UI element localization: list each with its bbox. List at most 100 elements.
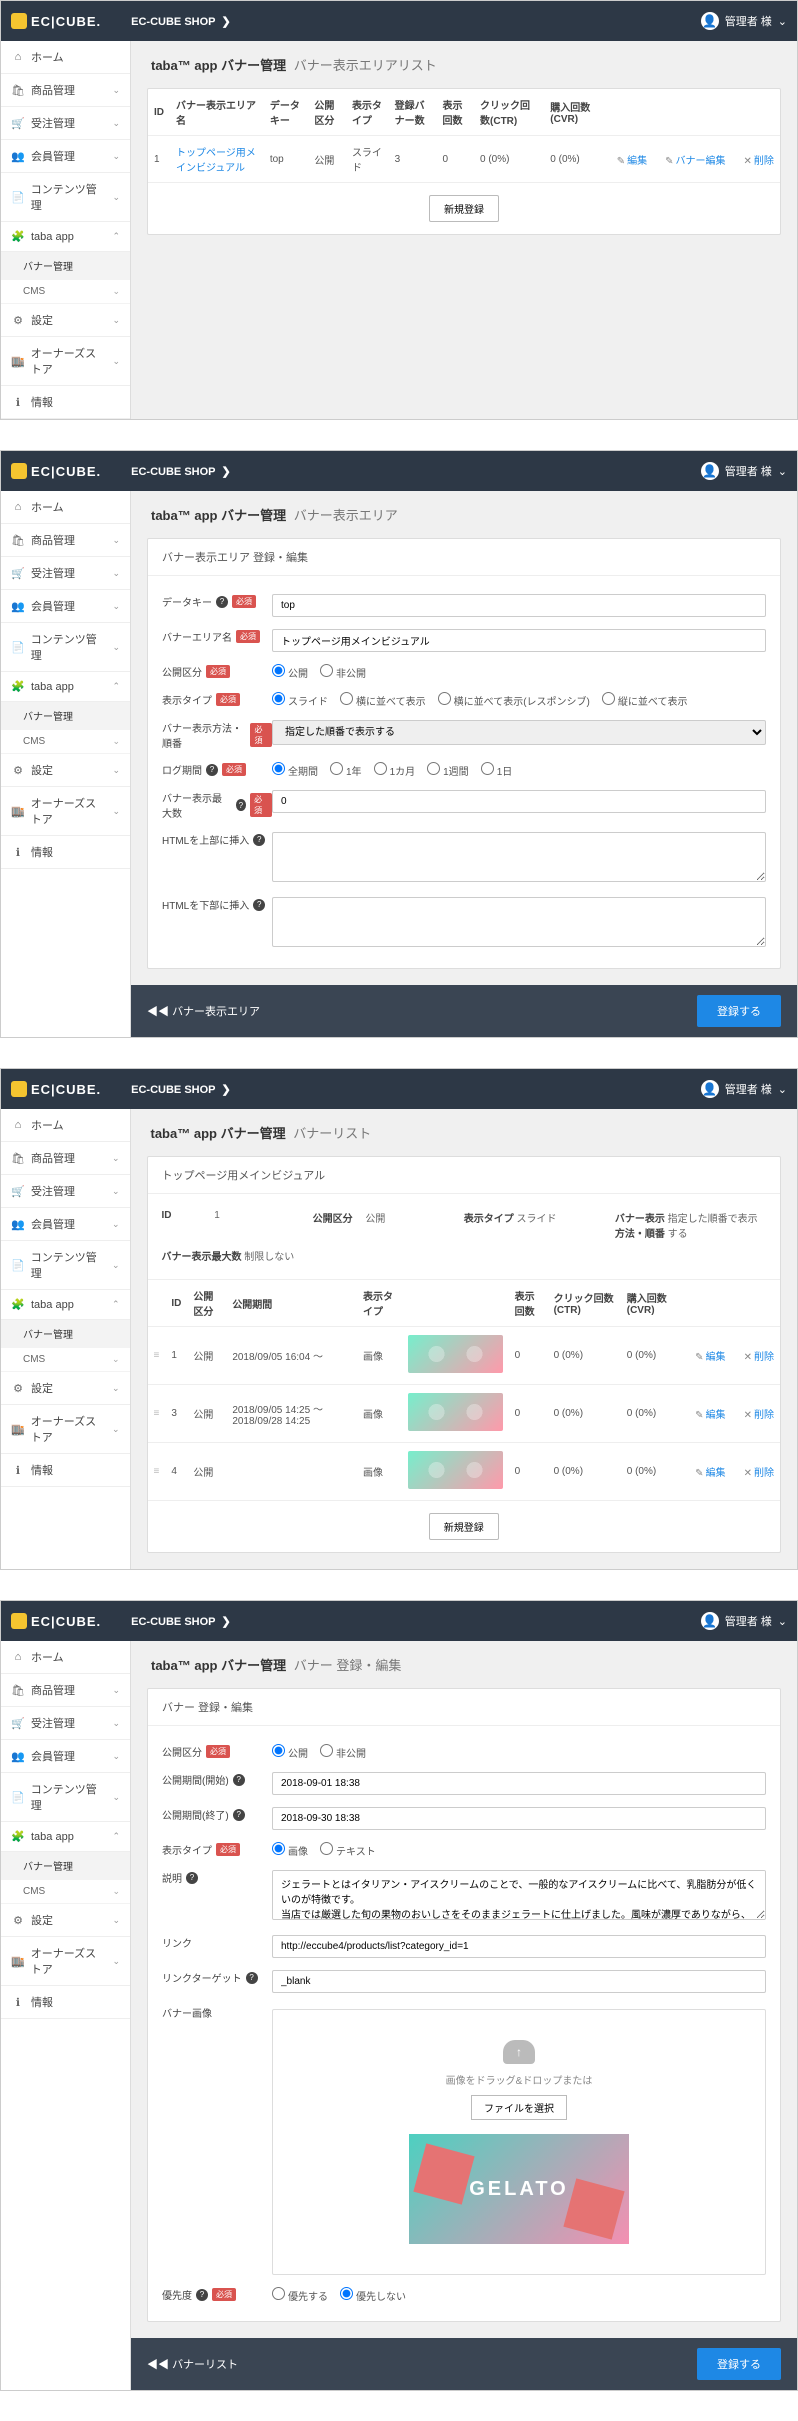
link-input[interactable] bbox=[272, 1935, 766, 1958]
radio-option[interactable]: スライド bbox=[272, 697, 328, 708]
user-menu[interactable]: 👤管理者 様⌄ bbox=[701, 12, 787, 30]
back-link[interactable]: ◀◀ バナー表示エリア bbox=[147, 1003, 260, 1019]
banner-edit-link[interactable]: バナー編集 bbox=[676, 156, 726, 167]
sidebar-item[interactable]: 🛒受注管理⌄ bbox=[1, 1175, 130, 1208]
sidebar-item[interactable]: ℹ情報 bbox=[1, 386, 130, 419]
delete-link[interactable]: 削除 bbox=[754, 1468, 774, 1479]
target-input[interactable] bbox=[272, 1970, 766, 1993]
edit-link[interactable]: 編集 bbox=[627, 156, 647, 167]
sidebar-item[interactable]: 🏬オーナーズストア⌄ bbox=[1, 1405, 130, 1454]
radio-option[interactable]: 非公開 bbox=[320, 669, 366, 680]
sidebar-item[interactable]: 👥会員管理⌄ bbox=[1, 590, 130, 623]
sidebar-item[interactable]: ℹ情報 bbox=[1, 1986, 130, 2019]
period-start-input[interactable] bbox=[272, 1772, 766, 1795]
delete-link[interactable]: 削除 bbox=[754, 1352, 774, 1363]
sidebar-item[interactable]: 📄コンテンツ管理⌄ bbox=[1, 1241, 130, 1290]
sidebar-item[interactable]: ℹ情報 bbox=[1, 1454, 130, 1487]
radio-option[interactable]: 縦に並べて表示 bbox=[602, 697, 688, 708]
sidebar-item[interactable]: 📄コンテンツ管理⌄ bbox=[1, 623, 130, 672]
radio-option[interactable]: 1日 bbox=[481, 767, 513, 778]
radio-option[interactable]: 全期間 bbox=[272, 767, 318, 778]
sidebar-item[interactable]: 🛍商品管理⌄ bbox=[1, 74, 130, 107]
max-input[interactable] bbox=[272, 790, 766, 813]
new-button[interactable]: 新規登録 bbox=[429, 1513, 499, 1540]
help-icon[interactable]: ? bbox=[216, 596, 228, 608]
radio-option[interactable]: 非公開 bbox=[320, 1749, 366, 1760]
file-select-button[interactable]: ファイルを選択 bbox=[471, 2095, 567, 2120]
edit-link[interactable]: 編集 bbox=[706, 1410, 726, 1421]
sidebar-item[interactable]: ℹ情報 bbox=[1, 836, 130, 869]
edit-link[interactable]: 編集 bbox=[706, 1352, 726, 1363]
radio-option[interactable]: 優先する bbox=[272, 2292, 328, 2303]
sidebar-item[interactable]: 🛒受注管理⌄ bbox=[1, 1707, 130, 1740]
html-top-input[interactable] bbox=[272, 832, 766, 882]
sidebar-item[interactable]: 📄コンテンツ管理⌄ bbox=[1, 173, 130, 222]
area-name-link[interactable]: トップページ用メインビジュアル bbox=[176, 148, 256, 174]
radio-option[interactable]: 1カ月 bbox=[374, 767, 416, 778]
back-link[interactable]: ◀◀ バナーリスト bbox=[147, 2356, 238, 2372]
radio-option[interactable]: 1週間 bbox=[427, 767, 469, 778]
radio-option[interactable]: 公開 bbox=[272, 669, 308, 680]
sidebar-item[interactable]: 👥会員管理⌄ bbox=[1, 1740, 130, 1773]
drag-handle-icon[interactable]: ≡ bbox=[154, 1350, 160, 1361]
sidebar-sub-item[interactable]: CMS⌄ bbox=[1, 730, 130, 754]
sidebar-item[interactable]: ⌂ホーム bbox=[1, 1109, 130, 1142]
sidebar-item[interactable]: ⌂ホーム bbox=[1, 491, 130, 524]
sidebar-sub-item[interactable]: バナー管理 bbox=[1, 1320, 130, 1348]
sidebar-sub-item[interactable]: バナー管理 bbox=[1, 1852, 130, 1880]
sidebar-item[interactable]: ⚙設定⌄ bbox=[1, 1904, 130, 1937]
sidebar-item[interactable]: 🛒受注管理⌄ bbox=[1, 557, 130, 590]
sidebar-item[interactable]: 🏬オーナーズストア⌄ bbox=[1, 1937, 130, 1986]
sidebar-item[interactable]: 🏬オーナーズストア⌄ bbox=[1, 337, 130, 386]
edit-link[interactable]: 編集 bbox=[706, 1468, 726, 1479]
sidebar-item[interactable]: 🛒受注管理⌄ bbox=[1, 107, 130, 140]
sidebar-item[interactable]: 🧩taba app⌃ bbox=[1, 222, 130, 252]
nav-icon: ⚙ bbox=[11, 1382, 25, 1395]
banner-thumbnail bbox=[408, 1451, 503, 1489]
sidebar-item[interactable]: 📄コンテンツ管理⌄ bbox=[1, 1773, 130, 1822]
sidebar-sub-item[interactable]: バナー管理 bbox=[1, 702, 130, 730]
period-end-input[interactable] bbox=[272, 1807, 766, 1830]
new-button[interactable]: 新規登録 bbox=[429, 195, 499, 222]
sidebar-item[interactable]: ⌂ホーム bbox=[1, 41, 130, 74]
sidebar-item[interactable]: 🛍商品管理⌄ bbox=[1, 1674, 130, 1707]
sidebar-item[interactable]: 🧩taba app⌃ bbox=[1, 1290, 130, 1320]
sidebar-item[interactable]: 🏬オーナーズストア⌄ bbox=[1, 787, 130, 836]
delete-link[interactable]: 削除 bbox=[754, 1410, 774, 1421]
radio-option[interactable]: 画像 bbox=[272, 1847, 308, 1858]
radio-option[interactable]: テキスト bbox=[320, 1847, 376, 1858]
sidebar-sub-item[interactable]: バナー管理 bbox=[1, 252, 130, 280]
shop-name[interactable]: EC-CUBE SHOP❯ bbox=[131, 15, 231, 28]
radio-option[interactable]: 優先しない bbox=[340, 2292, 406, 2303]
sidebar-item[interactable]: 👥会員管理⌄ bbox=[1, 140, 130, 173]
radio-option[interactable]: 1年 bbox=[330, 767, 362, 778]
desc-input[interactable]: ジェラートとはイタリアン・アイスクリームのことで、一般的なアイスクリームに比べて… bbox=[272, 1870, 766, 1920]
sidebar-sub-item[interactable]: CMS⌄ bbox=[1, 1348, 130, 1372]
sidebar-item[interactable]: 🛍商品管理⌄ bbox=[1, 524, 130, 557]
datakey-input[interactable] bbox=[272, 594, 766, 617]
radio-option[interactable]: 公開 bbox=[272, 1749, 308, 1760]
sidebar-sub-item[interactable]: CMS⌄ bbox=[1, 280, 130, 304]
radio-option[interactable]: 横に並べて表示(レスポンシブ) bbox=[438, 697, 590, 708]
sidebar-item[interactable]: 👥会員管理⌄ bbox=[1, 1208, 130, 1241]
radio-option[interactable]: 横に並べて表示 bbox=[340, 697, 426, 708]
drag-handle-icon[interactable]: ≡ bbox=[154, 1408, 160, 1419]
sidebar-item[interactable]: ⚙設定⌄ bbox=[1, 1372, 130, 1405]
sidebar-sub-item[interactable]: CMS⌄ bbox=[1, 1880, 130, 1904]
sidebar-item[interactable]: ⚙設定⌄ bbox=[1, 754, 130, 787]
delete-link[interactable]: 削除 bbox=[754, 156, 774, 167]
html-bot-input[interactable] bbox=[272, 897, 766, 947]
nav-icon: ⚙ bbox=[11, 314, 25, 327]
name-input[interactable] bbox=[272, 629, 766, 652]
save-button[interactable]: 登録する bbox=[697, 2348, 781, 2380]
drag-handle-icon[interactable]: ≡ bbox=[154, 1466, 160, 1477]
sidebar-item[interactable]: ⌂ホーム bbox=[1, 1641, 130, 1674]
page-title: taba™ app バナー管理 バナー表示エリアリスト bbox=[131, 41, 797, 88]
order-select[interactable]: 指定した順番で表示する bbox=[272, 720, 766, 745]
sidebar-item[interactable]: ⚙設定⌄ bbox=[1, 304, 130, 337]
sidebar-item[interactable]: 🧩taba app⌃ bbox=[1, 672, 130, 702]
sidebar-item[interactable]: 🛍商品管理⌄ bbox=[1, 1142, 130, 1175]
upload-area[interactable]: 画像をドラッグ&ドロップまたは ファイルを選択 GELATO bbox=[272, 2009, 766, 2275]
save-button[interactable]: 登録する bbox=[697, 995, 781, 1027]
sidebar-item[interactable]: 🧩taba app⌃ bbox=[1, 1822, 130, 1852]
